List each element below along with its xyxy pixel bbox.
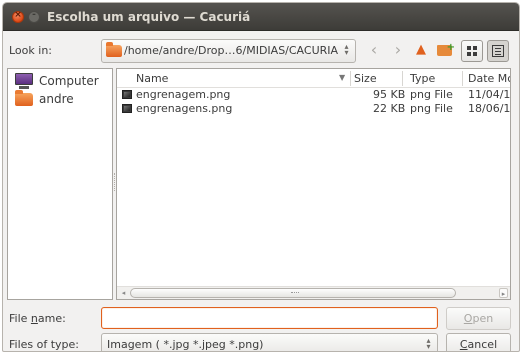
file-type: png File <box>410 102 453 115</box>
button-label: pen <box>472 312 494 325</box>
file-type: png File <box>410 88 453 101</box>
create-new-folder-button[interactable] <box>433 38 455 62</box>
column-divider[interactable] <box>462 71 463 86</box>
sidebar-item-computer[interactable]: Computer <box>13 72 111 90</box>
label-part: File <box>9 312 31 325</box>
detail-view-icon <box>492 45 504 57</box>
file-size: 95 KB <box>373 88 406 101</box>
close-window-button[interactable]: × <box>12 10 24 23</box>
combo-spin-icon: ▴ ▾ <box>344 42 349 57</box>
file-type-combo[interactable]: Imagem ( *.jpg *.jpeg *.png) ▴ ▾ <box>101 333 438 351</box>
file-date: 18/06/1 <box>468 102 511 115</box>
file-name-input[interactable] <box>101 307 438 329</box>
file-date: 11/04/1 <box>468 88 511 101</box>
file-list: Name ▼ Size Type Date Mc engrenagem.png … <box>116 68 511 300</box>
list-view-button[interactable] <box>461 40 483 62</box>
scrollbar-thumb[interactable] <box>130 288 456 298</box>
scroll-left-icon[interactable]: ◂ <box>119 288 128 298</box>
open-button[interactable]: Open <box>446 307 511 330</box>
column-header-row: Name ▼ Size Type Date Mc <box>117 69 510 88</box>
label-part: ame: <box>37 312 66 325</box>
computer-icon <box>15 73 33 89</box>
mnemonic-char: C <box>459 338 468 351</box>
file-dialog-window: × - Escolha um arquivo — Cacuriá Look in… <box>2 2 520 352</box>
places-sidebar: Computer andre <box>7 68 113 300</box>
grip-icon <box>291 292 299 294</box>
file-size: 22 KB <box>373 102 406 115</box>
folder-icon <box>106 42 122 57</box>
new-folder-icon <box>437 38 455 58</box>
file-row[interactable]: engrenagens.png 22 KB png File 18/06/1 <box>117 102 510 116</box>
mnemonic-char: n <box>30 312 38 325</box>
sidebar-item-andre[interactable]: andre <box>13 90 111 108</box>
button-label: ancel <box>467 338 498 351</box>
image-file-icon <box>122 104 132 113</box>
forward-button[interactable]: › <box>387 40 409 62</box>
cancel-button[interactable]: Cancel <box>446 333 511 351</box>
minimize-window-button[interactable]: - <box>28 10 40 23</box>
column-header-type[interactable]: Type <box>410 72 435 85</box>
close-icon: × <box>14 10 22 20</box>
window-title: Escolha um arquivo — Cacuriá <box>47 10 251 24</box>
files-of-type-label: Files of type: <box>9 338 80 351</box>
sidebar-item-label: andre <box>39 92 74 106</box>
file-type-value: Imagem ( *.jpg *.jpeg *.png) <box>107 338 264 351</box>
sidebar-item-label: Computer <box>39 74 99 88</box>
scroll-right-icon[interactable]: ▸ <box>499 288 508 298</box>
chevron-left-icon: ‹ <box>370 40 378 59</box>
up-arrow-icon: ▲ <box>416 42 426 57</box>
title-bar: × - Escolha um arquivo — Cacuriá <box>3 3 519 31</box>
detail-view-button[interactable] <box>487 40 509 62</box>
horizontal-scrollbar[interactable]: ◂ ▸ <box>117 286 510 299</box>
file-name: engrenagens.png <box>136 102 233 115</box>
column-header-name[interactable]: Name <box>136 72 168 85</box>
column-header-size[interactable]: Size <box>354 72 377 85</box>
file-name: engrenagem.png <box>136 88 231 101</box>
file-name-label: File name: <box>9 312 66 325</box>
column-header-date[interactable]: Date Mc <box>468 72 510 85</box>
look-in-path-text: /home/andre/Drop…6/MIDIAS/CACURIA <box>124 44 339 57</box>
parent-directory-button[interactable]: ▲ <box>410 40 432 62</box>
file-row[interactable]: engrenagem.png 95 KB png File 11/04/1 <box>117 88 510 102</box>
minimize-icon: - <box>32 10 36 20</box>
look-in-path-combo[interactable]: /home/andre/Drop…6/MIDIAS/CACURIA ▴ ▾ <box>101 39 356 63</box>
image-file-icon <box>122 90 132 99</box>
combo-spin-icon: ▴ ▾ <box>426 336 431 351</box>
look-in-label: Look in: <box>9 44 52 57</box>
chevron-right-icon: › <box>394 40 402 59</box>
sort-descending-icon: ▼ <box>339 73 346 82</box>
back-button[interactable]: ‹ <box>363 40 385 62</box>
home-folder-icon <box>15 90 33 106</box>
grid-view-icon <box>467 46 477 56</box>
column-divider[interactable] <box>350 71 351 86</box>
column-divider[interactable] <box>402 71 403 86</box>
